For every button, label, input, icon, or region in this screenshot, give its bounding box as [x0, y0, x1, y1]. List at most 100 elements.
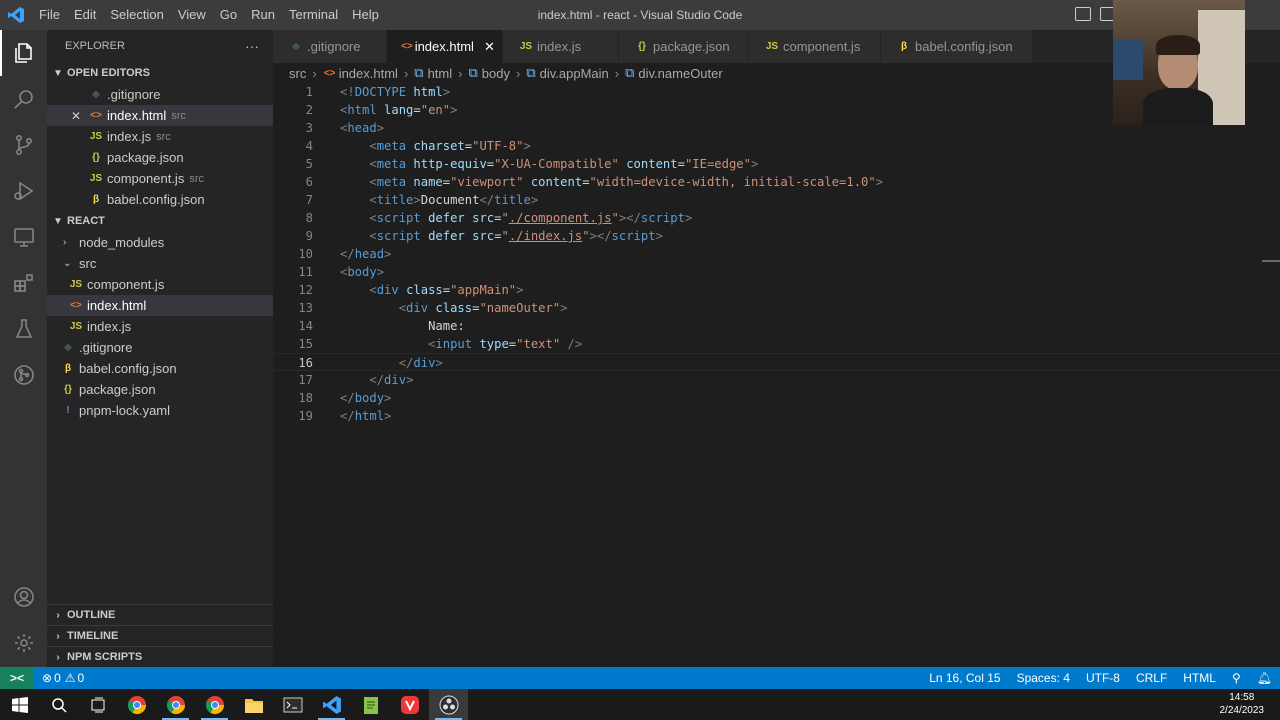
scrollbar-marker[interactable]	[1262, 260, 1280, 262]
open-editor-item[interactable]: ◆ .gitignore	[47, 84, 273, 105]
menu-terminal[interactable]: Terminal	[282, 0, 345, 30]
timeline-label: TIMELINE	[67, 630, 119, 642]
toggle-sidebar-icon[interactable]	[1075, 7, 1091, 21]
timeline-section[interactable]: › TIMELINE	[47, 625, 273, 646]
tree-file-package[interactable]: {} package.json	[47, 379, 273, 400]
open-editor-item[interactable]: JS component.js src	[47, 168, 273, 189]
tree-file-component-js[interactable]: JS component.js	[47, 274, 273, 295]
npm-scripts-section[interactable]: › NPM SCRIPTS	[47, 646, 273, 667]
tab-close-icon[interactable]: ✕	[484, 39, 495, 55]
code-line: 9 <script defer src="./index.js"></scrip…	[273, 227, 1280, 245]
menu-view[interactable]: View	[171, 0, 213, 30]
notifications-bell-icon[interactable]: 🔔︎	[1249, 671, 1280, 685]
close-icon[interactable]: ✕	[71, 109, 81, 123]
windows-start-icon[interactable]	[0, 689, 39, 720]
file-explorer-icon[interactable]	[234, 689, 273, 720]
line-number: 3	[305, 121, 313, 135]
js-file-icon: JS	[69, 279, 83, 290]
element-icon: ⧉	[468, 65, 478, 80]
breadcrumb-item[interactable]: html	[428, 66, 453, 81]
open-editor-item[interactable]: β babel.config.json	[47, 189, 273, 210]
tree-file-name: babel.config.json	[79, 361, 177, 376]
tree-folder-node-modules[interactable]: › node_modules	[47, 232, 273, 253]
tree-file-gitignore[interactable]: ◆ .gitignore	[47, 337, 273, 358]
tab-index-html[interactable]: <> index.html ✕	[387, 30, 503, 63]
code-editor[interactable]: 1 <!DOCTYPE html> 2 <html lang="en"> 3 <hea…	[273, 83, 1280, 667]
obs-icon[interactable]	[429, 689, 468, 720]
open-editor-item-active[interactable]: ✕ <> index.html src	[47, 105, 273, 126]
tree-file-babel[interactable]: β babel.config.json	[47, 358, 273, 379]
yaml-file-icon: !	[66, 405, 70, 416]
menu-edit[interactable]: Edit	[67, 0, 103, 30]
code-text: </html>	[340, 409, 392, 423]
tab-package-json[interactable]: {} package.json	[619, 30, 749, 63]
open-editor-item[interactable]: {} package.json	[47, 147, 273, 168]
vivaldi-icon[interactable]	[390, 689, 429, 720]
tab-babel-config[interactable]: β babel.config.json	[881, 30, 1033, 63]
menu-selection[interactable]: Selection	[103, 0, 170, 30]
feedback-icon[interactable]: ⚲	[1224, 671, 1249, 685]
chrome-profile-icon[interactable]	[156, 689, 195, 720]
search-icon[interactable]	[39, 689, 78, 720]
menu-file[interactable]: File	[32, 0, 67, 30]
open-editor-name: index.js	[107, 129, 152, 144]
tree-file-index-html[interactable]: <> index.html	[47, 295, 273, 316]
source-control-icon[interactable]	[0, 122, 47, 168]
terminal-icon[interactable]	[273, 689, 312, 720]
chrome-profile-icon[interactable]	[195, 689, 234, 720]
indentation[interactable]: Spaces: 4	[1009, 671, 1078, 685]
open-editor-name: .gitignore	[107, 87, 161, 102]
outline-section[interactable]: › OUTLINE	[47, 604, 273, 625]
breadcrumb-item[interactable]: div.appMain	[540, 66, 609, 81]
run-debug-icon[interactable]	[0, 168, 47, 214]
git-file-icon: ◆	[92, 89, 100, 100]
breadcrumb-item[interactable]: src	[289, 66, 306, 81]
tree-folder-src[interactable]: ⌄ src	[47, 253, 273, 274]
tab-index-js[interactable]: JS index.js	[503, 30, 619, 63]
clock-date: 2/24/2023	[1219, 705, 1265, 716]
problems-indicator[interactable]: ⊗ 0 ⚠ 0	[42, 671, 84, 685]
json-file-icon: {}	[92, 152, 100, 163]
vscode-taskbar-icon[interactable]	[312, 689, 351, 720]
outline-label: OUTLINE	[67, 609, 116, 621]
menu-go[interactable]: Go	[213, 0, 244, 30]
task-view-icon[interactable]	[78, 689, 117, 720]
more-actions-icon[interactable]: ···	[245, 38, 259, 54]
accounts-icon[interactable]	[0, 574, 47, 620]
code-text: <script defer src="./index.js"></script>	[369, 229, 663, 243]
tree-file-name: pnpm-lock.yaml	[79, 403, 171, 418]
tree-file-pnpm-lock[interactable]: ! pnpm-lock.yaml	[47, 400, 273, 421]
remote-explorer-icon[interactable]	[0, 214, 47, 260]
search-icon[interactable]	[0, 76, 47, 122]
tree-file-index-js[interactable]: JS index.js	[47, 316, 273, 337]
tab-gitignore[interactable]: ◆ .gitignore	[273, 30, 387, 63]
project-section[interactable]: ▼ REACT	[47, 210, 273, 232]
tab-component-js[interactable]: JS component.js	[749, 30, 881, 63]
breadcrumb-item[interactable]: div.nameOuter	[638, 66, 722, 81]
encoding[interactable]: UTF-8	[1078, 671, 1128, 685]
taskbar-clock[interactable]: 14:58 2/24/2023	[1220, 691, 1265, 717]
menu-help[interactable]: Help	[345, 0, 386, 30]
open-editors-section[interactable]: ▼ OPEN EDITORS	[47, 62, 273, 84]
language-mode[interactable]: HTML	[1175, 671, 1224, 685]
extensions-icon[interactable]	[0, 260, 47, 306]
chrome-icon[interactable]	[117, 689, 156, 720]
cursor-position[interactable]: Ln 16, Col 15	[921, 671, 1008, 685]
settings-gear-icon[interactable]	[0, 620, 47, 666]
breadcrumb-item[interactable]: index.html	[339, 66, 398, 81]
breadcrumb-item[interactable]: body	[482, 66, 510, 81]
code-text: </div>	[369, 373, 414, 387]
line-number: 15	[298, 337, 313, 351]
code-text: <html lang="en">	[340, 103, 458, 117]
line-ending[interactable]: CRLF	[1128, 671, 1175, 685]
gitlens-icon[interactable]	[0, 352, 47, 398]
explorer-icon[interactable]	[0, 30, 47, 76]
code-line: 12 <div class="appMain">	[273, 281, 1280, 299]
open-editor-item[interactable]: JS index.js src	[47, 126, 273, 147]
menu-run[interactable]: Run	[244, 0, 282, 30]
testing-icon[interactable]	[0, 306, 47, 352]
npm-scripts-label: NPM SCRIPTS	[67, 651, 143, 663]
remote-indicator[interactable]: ><	[0, 667, 34, 689]
code-text: <meta http-equiv="X-UA-Compatible" conte…	[369, 157, 759, 171]
notepad-icon[interactable]	[351, 689, 390, 720]
